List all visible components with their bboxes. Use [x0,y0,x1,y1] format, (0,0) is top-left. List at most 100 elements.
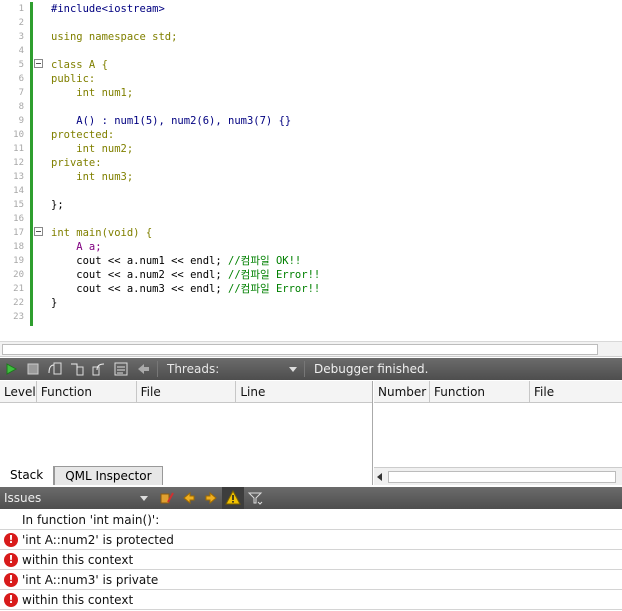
line-number: 7 [18,88,24,98]
code-line: int num3; [51,171,134,183]
breakpoints-horizontal-scrollbar[interactable] [374,467,622,485]
editor-horizontal-scrollbar[interactable] [0,341,622,357]
issues-list[interactable]: In function 'int main()': ! 'int A::num2… [0,510,622,611]
issues-toolbar: Issues [0,487,622,509]
line-number: 23 [13,312,24,322]
code-line: protected: [51,129,115,141]
operate-by-instruction-icon[interactable] [110,358,132,380]
error-icon: ! [4,572,18,587]
column-header-file[interactable]: File [530,381,622,403]
line-number: 12 [13,158,24,168]
line-number: 14 [13,186,24,196]
code-line: } [51,297,58,309]
code-line: A a; [51,241,102,253]
line-number: 22 [13,298,24,308]
breakpoints-header: Number Function File [374,381,622,403]
code-line: }; [51,199,64,211]
code-line: cout << a.num3 << endl; //컴파일 Error!! [51,283,321,295]
blank-icon [0,510,22,530]
line-number: 1 [18,4,24,14]
stack-view[interactable]: Level Function File Line Stack QML Inspe… [0,381,373,485]
toolbar-separator [157,361,158,377]
issue-row[interactable]: ! within this context [0,550,622,570]
fold-marker-icon[interactable] [34,59,43,68]
scroll-left-icon[interactable] [377,473,382,481]
line-number: 19 [13,256,24,266]
line-number: 20 [13,270,24,280]
line-number: 8 [18,102,24,112]
step-into-icon[interactable] [66,358,88,380]
code-text[interactable]: #include<iostream> using namespace std; … [51,2,320,324]
code-line: A() : num1(5), num2(6), num3(7) {} [51,115,292,127]
debugger-toolbar: Threads: Debugger finished. [0,358,622,380]
threads-label: Threads: [167,362,220,376]
issues-title[interactable]: Issues [0,491,140,505]
line-number: 5 [18,60,24,70]
stop-icon[interactable] [22,358,44,380]
previous-item-icon[interactable] [178,487,200,509]
line-number: 11 [13,144,24,154]
tab-stack[interactable]: Stack [0,466,55,485]
chevron-down-icon[interactable] [140,495,148,501]
line-number: 3 [18,32,24,42]
code-line: int num2; [51,143,134,155]
line-number: 21 [13,284,24,294]
code-editor[interactable]: 1 2 3 4 5 6 7 8 9 10 11 12 13 14 15 16 17 18 19 20 21 22 23 #i… [0,0,622,341]
column-header-function[interactable]: Function [37,381,137,403]
code-line: using namespace std; [51,31,178,43]
code-line: cout << a.num1 << endl; //컴파일 OK!! [51,255,302,267]
line-number: 15 [13,200,24,210]
step-out-icon[interactable] [88,358,110,380]
column-header-line[interactable]: Line [236,381,372,403]
line-number: 6 [18,74,24,84]
code-line: private: [51,157,102,169]
error-icon: ! [4,592,18,607]
line-number: 13 [13,172,24,182]
column-header-level[interactable]: Level [0,381,37,403]
fold-marker-icon[interactable] [34,227,43,236]
line-number-gutter: 1 2 3 4 5 6 7 8 9 10 11 12 13 14 15 16 17 18 19 20 21 22 23 [0,2,33,324]
line-number: 4 [18,46,24,56]
debugger-status: Debugger finished. [314,362,429,376]
line-number: 17 [13,228,24,238]
issue-row[interactable]: ! within this context [0,590,622,610]
line-number: 18 [13,242,24,252]
error-icon: ! [4,532,18,547]
issue-row[interactable]: ! 'int A::num2' is protected [0,530,622,550]
reverse-icon[interactable] [132,358,154,380]
line-number: 2 [18,18,24,28]
line-number: 9 [18,116,24,126]
breakpoints-view[interactable]: Number Function File [374,381,622,485]
code-line: #include<iostream> [51,3,165,15]
continue-icon[interactable] [0,358,22,380]
chevron-down-icon [289,367,297,372]
code-line: cout << a.num2 << endl; //컴파일 Error!! [51,269,321,281]
step-over-icon[interactable] [44,358,66,380]
code-line: class A { [51,59,108,71]
clean-icon[interactable] [156,487,178,509]
code-line: int main(void) { [51,227,153,239]
tab-qml-inspector[interactable]: QML Inspector [54,466,163,485]
threads-dropdown[interactable]: Threads: [161,358,301,380]
line-number: 10 [13,130,24,140]
warnings-filter-icon[interactable] [222,487,244,509]
column-header-file[interactable]: File [137,381,237,403]
code-line: public: [51,73,96,85]
change-marker-bar [30,2,33,326]
error-icon: ! [4,552,18,567]
filter-icon[interactable] [244,487,266,509]
column-header-number[interactable]: Number [374,381,430,403]
line-number: 16 [13,214,24,224]
code-line: int num1; [51,87,134,99]
column-header-function[interactable]: Function [430,381,530,403]
stack-header: Level Function File Line [0,381,372,403]
issue-row[interactable]: ! 'int A::num3' is private [0,570,622,590]
issue-row[interactable]: In function 'int main()': [0,510,622,530]
next-item-icon[interactable] [200,487,222,509]
